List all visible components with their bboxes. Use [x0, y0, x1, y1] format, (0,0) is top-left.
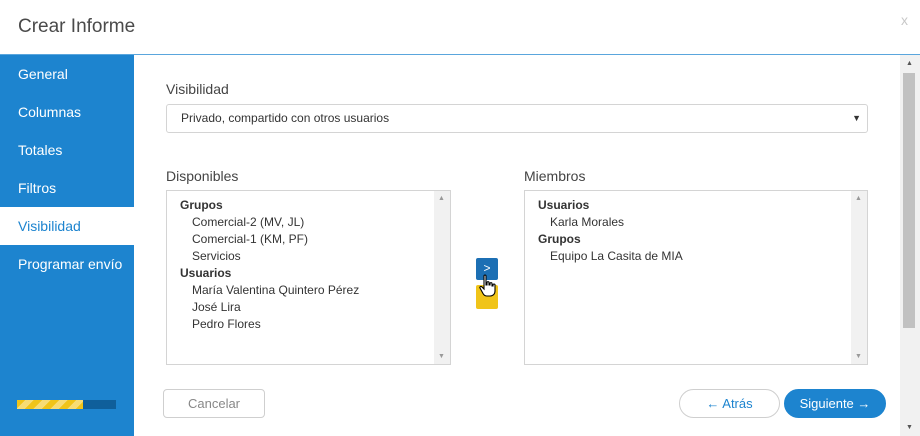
- list-item[interactable]: María Valentina Quintero Pérez: [180, 282, 359, 299]
- visibility-label: Visibilidad: [166, 81, 229, 97]
- hand-cursor-icon: [479, 274, 496, 297]
- page-scrollbar[interactable]: ▲ ▼: [900, 55, 920, 436]
- list-item[interactable]: Servicios: [180, 248, 359, 265]
- visibility-select[interactable]: Privado, compartido con otros usuarios ▼: [166, 104, 868, 133]
- available-users-header: Usuarios: [180, 266, 232, 280]
- scroll-down-icon[interactable]: ▼: [855, 353, 862, 360]
- dialog-title: Crear Informe: [18, 16, 136, 37]
- members-listbox[interactable]: Usuarios Karla Morales Grupos Equipo La …: [524, 190, 868, 365]
- sidebar-item-columnas[interactable]: Columnas: [0, 93, 134, 131]
- sidebar-item-visibilidad[interactable]: Visibilidad: [0, 207, 134, 245]
- caret-down-icon: ▼: [852, 113, 861, 123]
- scroll-up-icon[interactable]: ▲: [438, 195, 445, 202]
- cancel-button[interactable]: Cancelar: [163, 389, 265, 418]
- sidebar-item-general[interactable]: General: [0, 55, 134, 93]
- available-scrollbar[interactable]: ▲ ▼: [434, 191, 450, 364]
- main-content: Visibilidad Privado, compartido con otro…: [134, 55, 920, 436]
- available-label: Disponibles: [166, 168, 239, 184]
- dialog-header: Crear Informe x: [0, 0, 920, 55]
- scroll-up-icon[interactable]: ▲: [906, 60, 913, 67]
- list-item[interactable]: Comercial-2 (MV, JL): [180, 214, 359, 231]
- members-scrollbar[interactable]: ▲ ▼: [851, 191, 867, 364]
- members-groups-header: Grupos: [538, 232, 581, 246]
- sidebar: General Columnas Totales Filtros Visibil…: [0, 55, 134, 436]
- list-item[interactable]: Comercial-1 (KM, PF): [180, 231, 359, 248]
- chevron-right-icon: >: [483, 261, 491, 275]
- scrollbar-thumb[interactable]: [903, 73, 915, 328]
- members-label: Miembros: [524, 168, 586, 184]
- list-item[interactable]: Karla Morales: [538, 214, 683, 231]
- visibility-select-value: Privado, compartido con otros usuarios: [181, 111, 390, 125]
- close-icon[interactable]: x: [901, 12, 908, 28]
- available-listbox[interactable]: Grupos Comercial-2 (MV, JL) Comercial-1 …: [166, 190, 451, 365]
- back-button[interactable]: ← Atrás: [679, 389, 780, 418]
- sidebar-item-filtros[interactable]: Filtros: [0, 169, 134, 207]
- next-button[interactable]: Siguiente →: [784, 389, 886, 418]
- list-item[interactable]: José Lira: [180, 299, 359, 316]
- sidebar-item-totales[interactable]: Totales: [0, 131, 134, 169]
- members-users-header: Usuarios: [538, 198, 590, 212]
- list-item[interactable]: Pedro Flores: [180, 316, 359, 333]
- list-item[interactable]: Equipo La Casita de MIA: [538, 248, 683, 265]
- scroll-up-icon[interactable]: ▲: [855, 195, 862, 202]
- wizard-progress-fill: [17, 400, 84, 409]
- available-groups-header: Grupos: [180, 198, 223, 212]
- create-report-dialog: Crear Informe x General Columnas Totales…: [0, 0, 920, 436]
- scroll-down-icon[interactable]: ▼: [438, 353, 445, 360]
- wizard-progress-bar: [17, 400, 116, 409]
- sidebar-item-programar-envio[interactable]: Programar envío: [0, 245, 134, 283]
- scroll-down-icon[interactable]: ▼: [906, 424, 913, 431]
